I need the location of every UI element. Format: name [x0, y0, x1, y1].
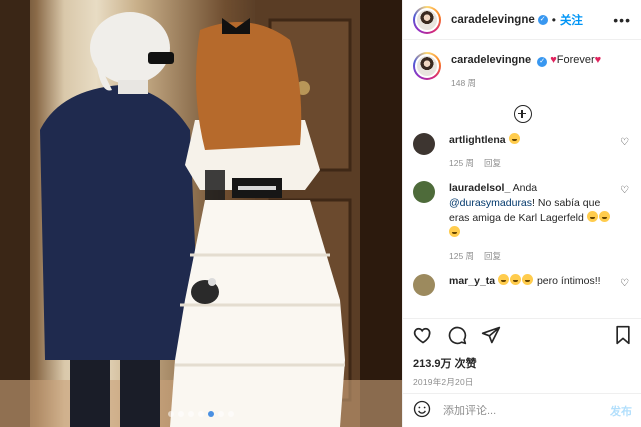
comment-username[interactable]: artlightlena — [449, 134, 506, 146]
carousel-dot[interactable] — [198, 411, 204, 417]
comment-age: 125 周 — [449, 158, 475, 168]
emoji-icon — [510, 274, 522, 285]
follow-button[interactable]: 关注 — [560, 12, 583, 28]
post-side-panel: caradelevingne ✓ • 关注 ••• caradelevingne… — [402, 0, 641, 427]
post-actions: 213.9万 次赞 2019年2月20日 — [403, 318, 641, 388]
comment-avatar[interactable] — [413, 274, 435, 296]
comment-text: pero íntimos!! — [536, 275, 601, 287]
post-date[interactable]: 2019年2月20日 — [413, 376, 632, 388]
caption-text: Forever — [556, 54, 595, 66]
left-door-frame — [0, 0, 30, 427]
post-comment-button[interactable]: 发布 — [610, 403, 632, 419]
photo-illustration — [0, 0, 402, 427]
carousel-dot[interactable] — [218, 411, 224, 417]
carousel-dot[interactable] — [188, 411, 194, 417]
like-count[interactable]: 213.9万 次赞 — [413, 355, 632, 371]
comment-icon[interactable] — [447, 325, 467, 345]
emoji-icon — [449, 226, 460, 237]
verified-badge-icon: ✓ — [537, 57, 548, 67]
dress-skirt — [170, 200, 345, 427]
comment-text-prefix: Anda — [512, 182, 538, 194]
caption-avatar[interactable] — [413, 52, 441, 80]
caption: caradelevingne ✓ ♥Forever♥ 148 周 — [403, 40, 641, 89]
comment-age: 125 周 — [449, 251, 475, 261]
verified-badge-icon: ✓ — [537, 14, 548, 25]
comment-avatar[interactable] — [413, 133, 435, 155]
heart-icon[interactable] — [413, 325, 433, 345]
post-header: caradelevingne ✓ • 关注 ••• — [403, 0, 641, 40]
username-link[interactable]: caradelevingne — [451, 14, 535, 26]
emoji-picker-icon[interactable] — [413, 400, 431, 421]
plus-circle-icon[interactable] — [513, 105, 532, 123]
like-comment-icon[interactable]: ♡ — [620, 133, 632, 169]
comment-input[interactable] — [443, 404, 610, 417]
emoji-icon — [522, 274, 534, 285]
like-comment-icon[interactable]: ♡ — [620, 274, 632, 296]
carousel-dot[interactable] — [228, 411, 234, 417]
emoji-icon — [598, 211, 610, 222]
carousel-dot[interactable] — [168, 411, 174, 417]
carousel-dots — [0, 411, 402, 417]
reply-button[interactable]: 回复 — [484, 250, 501, 262]
man-coat — [40, 85, 200, 360]
emoji-icon — [498, 274, 510, 285]
load-more-comments[interactable] — [403, 105, 641, 123]
mention-link[interactable]: @durasymaduras — [449, 197, 532, 209]
emoji-icon — [508, 133, 520, 144]
like-comment-icon[interactable]: ♡ — [620, 181, 632, 262]
comments-list[interactable]: caradelevingne ✓ ♥Forever♥ 148 周 artligh… — [403, 40, 641, 318]
comment-username[interactable]: lauradelsol_ — [449, 182, 510, 194]
separator-dot: • — [551, 12, 556, 27]
comment-username[interactable]: mar_y_ta — [449, 275, 495, 287]
caption-age: 148 周 — [451, 78, 477, 88]
post-photo[interactable] — [0, 0, 402, 427]
add-comment-bar: 发布 — [403, 393, 641, 427]
caption-username[interactable]: caradelevingne — [451, 54, 531, 66]
comment-avatar[interactable] — [413, 181, 435, 203]
woman-hair — [196, 22, 302, 150]
carousel-dot[interactable] — [178, 411, 184, 417]
comment-item: artlightlena 125 周 回复 ♡ — [403, 133, 641, 169]
avatar[interactable] — [413, 5, 441, 34]
more-options-icon[interactable]: ••• — [613, 12, 631, 28]
bookmark-icon[interactable] — [614, 325, 632, 345]
carousel-dot[interactable] — [208, 411, 214, 417]
emoji-icon — [586, 211, 598, 222]
comment-item: lauradelsol_ Anda @durasymaduras! No sab… — [403, 181, 641, 262]
reply-button[interactable]: 回复 — [484, 157, 501, 169]
heart-emoji-icon: ♥ — [594, 54, 602, 66]
comment-item: mar_y_ta pero íntimos!! ♡ — [403, 274, 641, 296]
share-icon[interactable] — [481, 325, 501, 345]
